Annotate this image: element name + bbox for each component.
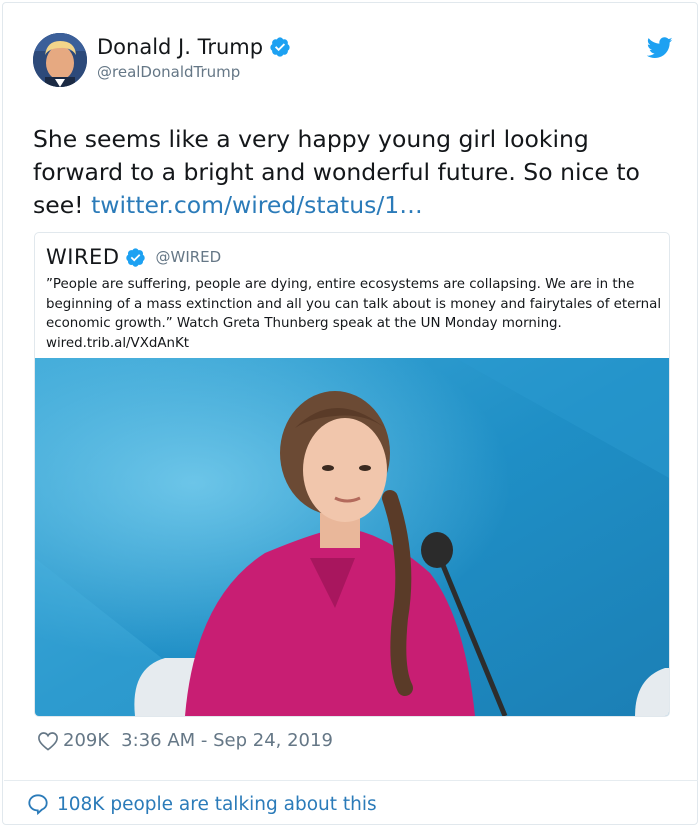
author-name-row: Donald J. Trump	[97, 35, 291, 59]
speech-bubble-icon	[27, 793, 49, 816]
embedded-tweet-card: Donald J. Trump @realDonaldTrump She see…	[2, 2, 698, 825]
tweet-header: Donald J. Trump @realDonaldTrump	[33, 33, 673, 91]
like-count[interactable]: 209K	[63, 730, 109, 751]
quoted-author-handle: @WIRED	[155, 248, 222, 266]
quoted-tweet-image[interactable]	[35, 358, 669, 716]
tweet-timestamp[interactable]: 3:36 AM - Sep 24, 2019	[121, 730, 333, 751]
conversation-link[interactable]: 108K people are talking about this	[27, 793, 377, 816]
quoted-tweet-header: WIRED @WIRED	[46, 245, 221, 269]
tweet-body: She seems like a very happy young girl l…	[33, 123, 673, 222]
verified-badge-icon	[125, 247, 146, 268]
tweet-link[interactable]: twitter.com/wired/status/1…	[91, 191, 423, 219]
quoted-tweet-card[interactable]: WIRED @WIRED ”People are suffering, peop…	[34, 232, 670, 717]
author-name[interactable]: Donald J. Trump	[97, 35, 263, 59]
quoted-tweet-text: ”People are suffering, people are dying,…	[46, 275, 666, 353]
twitter-bird-icon[interactable]	[646, 37, 673, 59]
author-handle[interactable]: @realDonaldTrump	[97, 63, 240, 81]
conversation-text[interactable]: 108K people are talking about this	[57, 794, 377, 815]
author-avatar[interactable]	[33, 33, 87, 87]
verified-badge-icon	[269, 36, 291, 58]
quoted-tweet-body: ”People are suffering, people are dying,…	[46, 277, 662, 331]
quoted-tweet-link[interactable]: wired.trib.al/VXdAnKt	[46, 336, 189, 351]
heart-outline-icon[interactable]	[37, 731, 59, 751]
quoted-author-name: WIRED	[46, 245, 120, 269]
tweet-meta: 209K 3:36 AM - Sep 24, 2019	[37, 730, 333, 751]
divider	[4, 780, 698, 781]
